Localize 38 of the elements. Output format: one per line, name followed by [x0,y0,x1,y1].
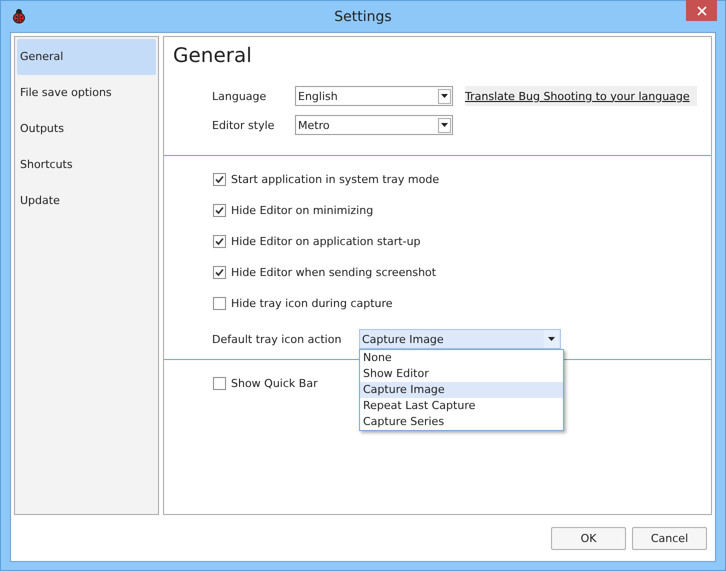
window-title: Settings [334,8,392,24]
dropdown-option[interactable]: None [360,350,563,366]
checkbox[interactable] [213,297,226,310]
caret-icon [441,94,448,98]
checkbox[interactable] [213,204,226,217]
page-heading: General [172,42,253,69]
field-label: Editor style [212,118,276,132]
caret-icon [548,337,555,341]
field-label: Language [212,90,268,102]
cancel-button[interactable]: Cancel [632,526,707,550]
caret-icon [441,123,448,127]
checkbox-label: Hide Editor on application start-up [231,235,421,248]
dropdown-option[interactable]: Show Editor [360,366,563,382]
checkbox[interactable] [213,377,226,390]
language-dropdown[interactable]: English [295,86,453,106]
checkbox[interactable] [213,266,226,279]
checkbox[interactable] [213,173,226,186]
close-icon [696,6,706,16]
checkbox-label: Show Quick Bar [231,377,318,390]
sidebar-item[interactable]: File save options [17,75,156,111]
dropdown-option[interactable]: Capture Series [360,414,563,430]
checkbox-label: Hide tray icon during capture [231,297,393,310]
dropdown-option[interactable]: Repeat Last Capture [360,398,563,414]
field-label: Default tray icon action [212,332,342,346]
checkbox-label: Hide Editor on minimizing [231,204,374,217]
tray-action-dropdown[interactable]: Capture Image [359,329,561,349]
editor-style-dropdown[interactable]: Metro [295,115,453,135]
dropdown-option[interactable]: Capture Image [360,382,563,398]
checkbox-label: Start application in system tray mode [231,173,440,186]
sidebar-item[interactable]: General [17,39,156,75]
checkbox[interactable] [213,235,226,248]
close-button[interactable] [686,0,717,21]
checkbox-label: Hide Editor when sending screenshot [231,266,436,279]
sidebar-item[interactable]: Update [17,183,156,219]
sidebar-item[interactable]: Shortcuts [17,147,156,183]
sidebar-item[interactable]: Outputs [17,111,156,147]
ladybug-icon [11,8,27,24]
ok-button[interactable]: OK [551,526,626,550]
